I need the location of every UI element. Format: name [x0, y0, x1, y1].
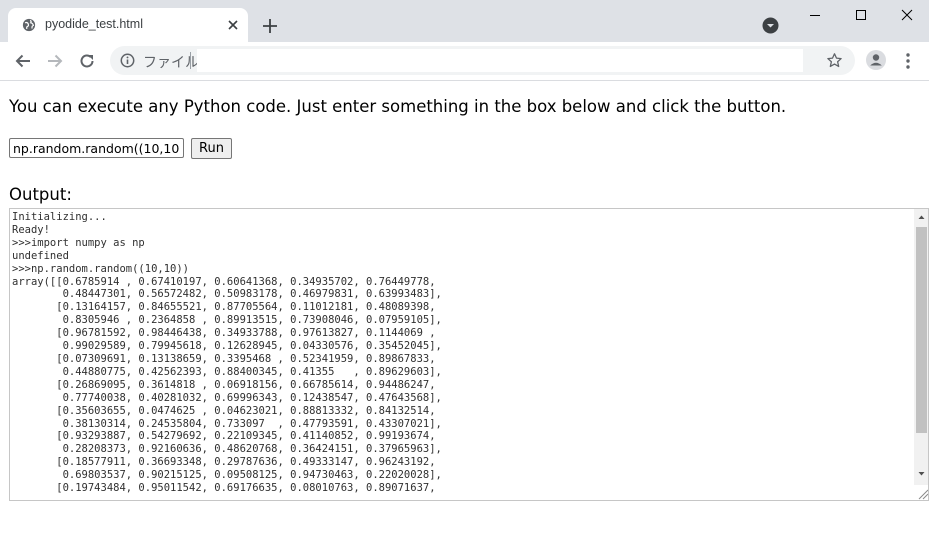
minimize-icon — [810, 15, 820, 16]
output-label: Output: — [9, 185, 72, 204]
scroll-down-arrow-icon[interactable] — [914, 468, 929, 480]
tab-search-icon[interactable] — [762, 17, 779, 34]
reload-icon[interactable] — [77, 51, 97, 71]
url-field[interactable] — [197, 49, 803, 72]
profile-icon[interactable] — [866, 50, 886, 70]
tab-title: pyodide_test.html — [45, 17, 143, 31]
back-arrow-icon[interactable] — [13, 51, 33, 71]
output-textarea[interactable]: Initializing... Ready! >>>import numpy a… — [9, 208, 929, 501]
resize-grip-icon[interactable] — [914, 485, 929, 500]
browser-tab[interactable]: pyodide_test.html — [8, 8, 248, 42]
close-icon[interactable] — [224, 16, 242, 34]
window-close-icon — [901, 9, 913, 21]
window-close-button[interactable] — [884, 0, 929, 30]
info-icon[interactable] — [120, 53, 135, 68]
run-button[interactable]: Run — [191, 138, 232, 159]
omnibox-separator — [190, 52, 191, 69]
minimize-button[interactable] — [792, 0, 838, 30]
browser-toolbar: ファイル — [0, 42, 929, 81]
output-scrollbar[interactable] — [914, 209, 929, 500]
omnibox[interactable]: ファイル — [110, 46, 855, 75]
page-content: You can execute any Python code. Just en… — [0, 81, 929, 555]
scroll-thumb[interactable] — [916, 227, 927, 433]
tab-strip: pyodide_test.html — [0, 0, 929, 42]
star-icon[interactable] — [826, 52, 843, 69]
scroll-up-arrow-icon[interactable] — [914, 211, 929, 223]
output-text: Initializing... Ready! >>>import numpy a… — [12, 211, 442, 495]
code-input[interactable] — [9, 138, 184, 158]
plus-icon[interactable] — [261, 17, 279, 35]
menu-dots-icon[interactable] — [904, 52, 912, 70]
maximize-icon — [856, 10, 866, 20]
globe-icon — [22, 18, 36, 32]
intro-text: You can execute any Python code. Just en… — [9, 97, 787, 116]
maximize-button[interactable] — [838, 0, 884, 30]
forward-arrow-icon[interactable] — [45, 51, 65, 71]
